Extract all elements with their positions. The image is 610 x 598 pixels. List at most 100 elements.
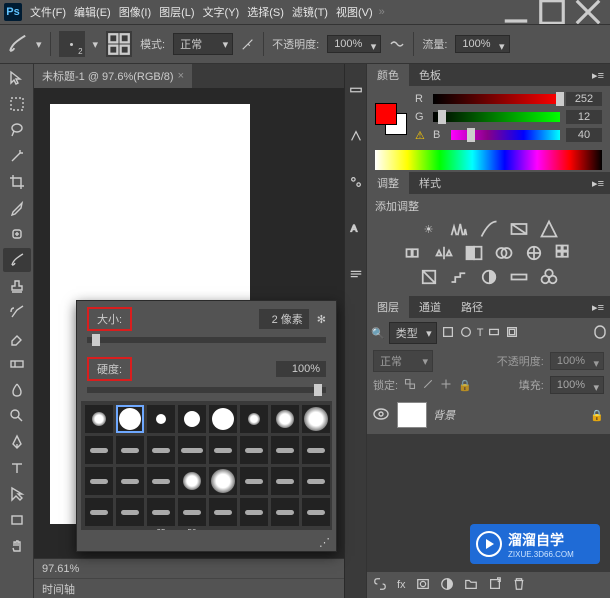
type-tool[interactable] — [3, 456, 31, 480]
healing-tool[interactable] — [3, 222, 31, 246]
brush-preset[interactable] — [116, 405, 144, 433]
lookup-adjust-icon[interactable] — [554, 244, 574, 262]
brush-preset[interactable] — [271, 436, 299, 464]
layer-opacity-dropdown[interactable]: 100%▾ — [550, 352, 604, 370]
layer-name[interactable]: 背景 — [433, 407, 455, 423]
brush-preset[interactable]: 50 — [178, 498, 206, 526]
lock-transparent-icon[interactable] — [404, 378, 416, 393]
magic-wand-tool[interactable] — [3, 144, 31, 168]
threshold-adjust-icon[interactable] — [479, 268, 499, 286]
brush-preset[interactable] — [240, 498, 268, 526]
channel-mixer-icon[interactable] — [524, 244, 544, 262]
adjustments-tab[interactable]: 调整 — [367, 172, 409, 194]
brush-preset[interactable] — [240, 405, 268, 433]
brush-preset[interactable] — [271, 498, 299, 526]
brush-preset[interactable] — [178, 467, 206, 495]
layer-fx-icon[interactable]: fx — [397, 579, 406, 591]
eraser-tool[interactable] — [3, 326, 31, 350]
close-button[interactable] — [570, 1, 606, 23]
brush-preset[interactable] — [271, 405, 299, 433]
lock-position-icon[interactable] — [440, 378, 452, 393]
eyedropper-tool[interactable] — [3, 196, 31, 220]
g-slider[interactable] — [433, 112, 560, 122]
timeline-tab[interactable]: 时间轴 — [42, 581, 75, 597]
stamp-tool[interactable] — [3, 274, 31, 298]
brush-preset[interactable] — [271, 467, 299, 495]
layer-thumbnail[interactable] — [397, 402, 427, 428]
spectrum-bar[interactable] — [375, 150, 602, 170]
brush-preset[interactable] — [302, 436, 330, 464]
flow-dropdown[interactable]: 100%▾ — [455, 35, 509, 53]
dodge-tool[interactable] — [3, 404, 31, 428]
color-swatches[interactable] — [375, 103, 407, 135]
menu-edit[interactable]: 编辑(E) — [74, 4, 111, 20]
layer-blend-dropdown[interactable]: 正常▾ — [373, 350, 433, 372]
r-value[interactable]: 252 — [566, 92, 602, 106]
move-tool[interactable] — [3, 66, 31, 90]
blur-tool[interactable] — [3, 378, 31, 402]
hand-tool[interactable] — [3, 534, 31, 558]
gradient-map-icon[interactable] — [509, 268, 529, 286]
collapsed-panel-icon[interactable] — [348, 254, 364, 294]
brush-preset[interactable] — [85, 405, 113, 433]
brush-preset[interactable] — [85, 436, 113, 464]
brightness-adjust-icon[interactable]: ☀ — [419, 220, 439, 238]
document-tab[interactable]: 未标题-1 @ 97.6%(RGB/8) × — [34, 64, 192, 88]
dropdown-arrow-icon[interactable]: ▾ — [93, 38, 99, 51]
hue-adjust-icon[interactable] — [404, 244, 424, 262]
brush-preset[interactable] — [209, 405, 237, 433]
blend-mode-dropdown[interactable]: 正常▾ — [173, 33, 233, 55]
panel-menu-icon[interactable]: ▸≡ — [586, 69, 610, 82]
size-slider[interactable] — [87, 337, 326, 343]
brush-preset[interactable]: 25 — [147, 498, 175, 526]
menu-select[interactable]: 选择(S) — [247, 4, 284, 20]
trash-icon[interactable] — [512, 577, 526, 594]
g-value[interactable]: 12 — [566, 110, 602, 124]
gradient-tool[interactable] — [3, 352, 31, 376]
hardness-slider[interactable] — [87, 387, 326, 393]
layer-mask-icon[interactable] — [416, 577, 430, 594]
color-tab[interactable]: 颜色 — [367, 64, 409, 86]
airbrush-icon[interactable] — [241, 37, 255, 51]
gamut-warning-icon[interactable]: ⚠ — [415, 129, 427, 141]
path-select-tool[interactable] — [3, 482, 31, 506]
menu-more-icon[interactable]: » — [379, 6, 385, 18]
maximize-button[interactable] — [534, 1, 570, 23]
hardness-value[interactable]: 100% — [276, 361, 326, 377]
bw-adjust-icon[interactable] — [464, 244, 484, 262]
filter-adjust-icon[interactable] — [459, 325, 473, 342]
b-value[interactable]: 40 — [566, 128, 602, 142]
brush-preset[interactable] — [209, 498, 237, 526]
vibrance-adjust-icon[interactable] — [539, 220, 559, 238]
brush-preset[interactable] — [85, 498, 113, 526]
brush-preset[interactable] — [178, 405, 206, 433]
filter-shape-icon[interactable] — [487, 325, 501, 342]
pen-tool[interactable] — [3, 430, 31, 454]
brush-preset[interactable] — [302, 498, 330, 526]
close-tab-icon[interactable]: × — [178, 70, 184, 82]
filter-pixel-icon[interactable] — [441, 325, 455, 342]
brush-preset[interactable] — [178, 436, 206, 464]
styles-tab[interactable]: 样式 — [409, 172, 451, 194]
menu-view[interactable]: 视图(V) — [336, 4, 373, 20]
size-value[interactable]: 2 像素 — [259, 309, 309, 329]
filter-toggle[interactable] — [594, 325, 606, 342]
brush-preview[interactable]: 2 — [59, 31, 85, 57]
link-layers-icon[interactable] — [373, 577, 387, 594]
invert-adjust-icon[interactable] — [419, 268, 439, 286]
collapsed-panel-icon[interactable] — [348, 70, 364, 110]
gear-icon[interactable]: ✻ — [317, 313, 326, 326]
balance-adjust-icon[interactable] — [434, 244, 454, 262]
menu-image[interactable]: 图像(I) — [119, 4, 151, 20]
tablet-opacity-icon[interactable] — [389, 36, 405, 52]
layer-row[interactable]: 背景 🔒 — [367, 396, 610, 434]
levels-adjust-icon[interactable] — [449, 220, 469, 238]
photo-filter-icon[interactable] — [494, 244, 514, 262]
layers-tab[interactable]: 图层 — [367, 296, 409, 318]
new-layer-icon[interactable] — [488, 577, 502, 594]
rectangle-tool[interactable] — [3, 508, 31, 532]
lock-pixels-icon[interactable] — [422, 378, 434, 393]
filter-type-dropdown[interactable]: 类型▾ — [389, 322, 437, 344]
panel-menu-icon[interactable]: ▸≡ — [586, 301, 610, 314]
zoom-level[interactable]: 97.61% — [42, 563, 79, 575]
